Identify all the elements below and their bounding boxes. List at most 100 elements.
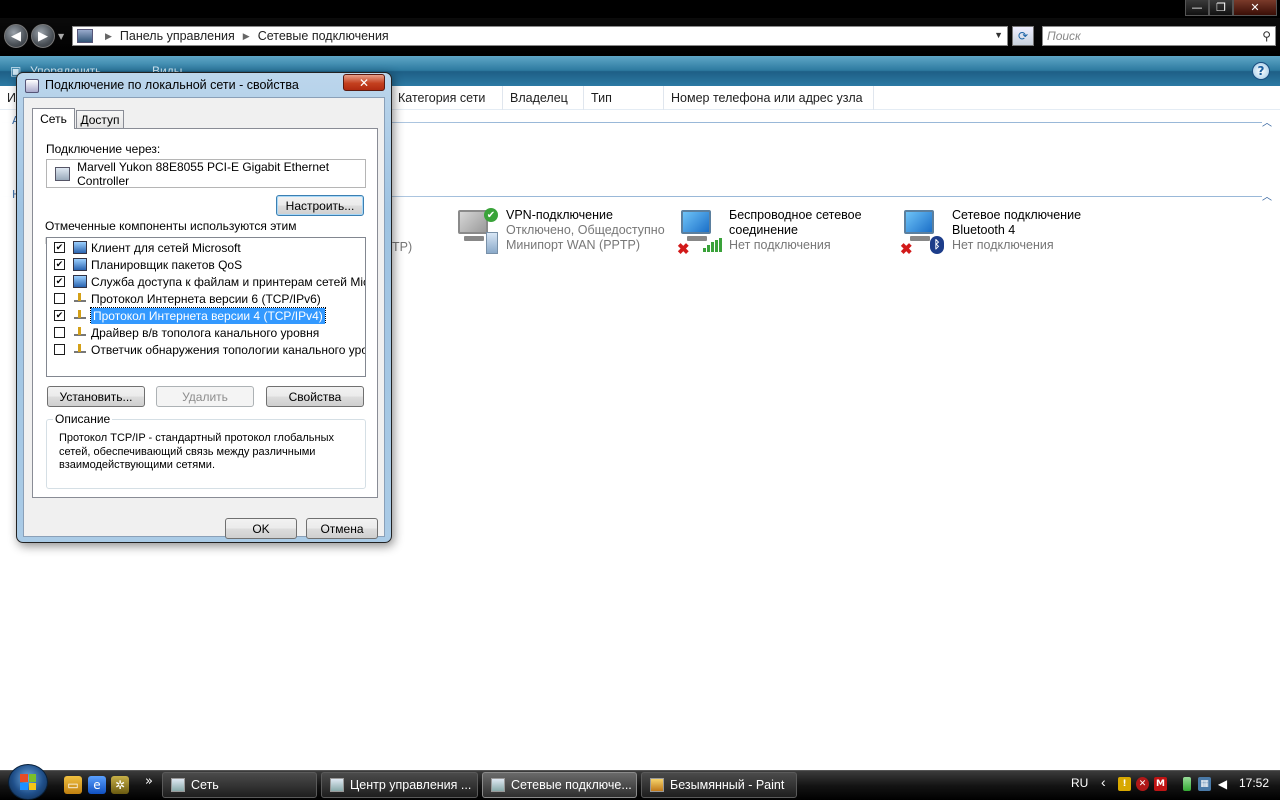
- taskbar-button-network-center[interactable]: Центр управления ...: [321, 772, 478, 798]
- list-item-selected[interactable]: ✔ Протокол Интернета версии 4 (TCP/IPv4): [47, 307, 365, 324]
- connection-status: Отключено, Общедоступно: [506, 223, 665, 237]
- component-checkbox[interactable]: ✔: [54, 276, 65, 287]
- connection-bluetooth[interactable]: ✖ ᛒ Сетевое подключение Bluetooth 4 Нет …: [900, 208, 1082, 258]
- forward-arrow-icon: ▶: [38, 28, 48, 44]
- connection-name-line1: Беспроводное сетевое: [729, 208, 862, 222]
- protocol-icon: [73, 343, 87, 356]
- component-label: Протокол Интернета версии 4 (TCP/IPv4): [90, 307, 326, 324]
- network-tray-icon[interactable]: ▦: [1198, 777, 1211, 791]
- minimize-button[interactable]: —: [1185, 0, 1209, 16]
- component-checkbox[interactable]: [54, 327, 65, 338]
- list-item[interactable]: Драйвер в/в тополога канального уровня: [47, 324, 365, 341]
- column-owner[interactable]: Владелец: [503, 86, 584, 110]
- list-item[interactable]: ✔ Клиент для сетей Microsoft: [47, 239, 365, 256]
- forward-button[interactable]: ▶: [31, 24, 55, 48]
- refresh-icon: ⟳: [1017, 29, 1029, 43]
- warning-shield-icon[interactable]: !: [1118, 777, 1131, 791]
- refresh-button[interactable]: ⟳: [1012, 26, 1034, 46]
- connection-vpn[interactable]: ✔ VPN-подключение Отключено, Общедоступн…: [454, 208, 665, 256]
- connection-status: Нет подключения: [729, 238, 831, 252]
- component-label: Служба доступа к файлам и принтерам сете…: [91, 274, 365, 289]
- component-checkbox[interactable]: ✔: [54, 310, 65, 321]
- breadcrumb-control-panel[interactable]: Панель управления: [120, 29, 235, 43]
- collapse-group-icon[interactable]: ︿: [1262, 114, 1272, 129]
- tab-network[interactable]: Сеть: [32, 108, 75, 129]
- tray-expand-icon[interactable]: ‹: [1101, 774, 1106, 790]
- quick-launch-more-icon[interactable]: »: [140, 772, 158, 790]
- component-checkbox[interactable]: [54, 293, 65, 304]
- remove-button[interactable]: Удалить: [156, 386, 254, 407]
- component-checkbox[interactable]: [54, 344, 65, 355]
- list-item[interactable]: Ответчик обнаружения топологии канальног…: [47, 341, 365, 358]
- column-network-category[interactable]: Категория сети: [391, 86, 503, 110]
- address-bar[interactable]: ▶ Панель управления ▶ Сетевые подключени…: [72, 26, 1008, 46]
- ok-button[interactable]: OK: [225, 518, 297, 539]
- window-titlebar: [0, 0, 1280, 18]
- breadcrumb-network-connections[interactable]: Сетевые подключения: [258, 29, 389, 43]
- list-item[interactable]: Протокол Интернета версии 6 (TCP/IPv6): [47, 290, 365, 307]
- configure-button[interactable]: Настроить...: [276, 195, 364, 216]
- list-item[interactable]: ✔ Планировщик пакетов QoS: [47, 256, 365, 273]
- component-label: Ответчик обнаружения топологии канальног…: [91, 342, 365, 357]
- column-phone-or-host[interactable]: Номер телефона или адрес узла: [664, 86, 874, 110]
- language-indicator[interactable]: RU: [1071, 776, 1088, 790]
- recent-pages-chevron-icon[interactable]: ▼: [58, 32, 64, 41]
- address-dropdown-icon[interactable]: ▼: [994, 30, 1003, 40]
- quick-launch-app-icon[interactable]: ✲: [111, 776, 129, 794]
- protocol-icon: [73, 326, 87, 339]
- cancel-button[interactable]: Отмена: [306, 518, 378, 539]
- close-window-button[interactable]: ✕: [1233, 0, 1277, 16]
- component-label: Клиент для сетей Microsoft: [91, 240, 241, 255]
- battery-icon[interactable]: [1183, 777, 1191, 791]
- connection-name-line1: Сетевое подключение: [952, 208, 1082, 222]
- network-connection-icon: [25, 79, 39, 93]
- search-input[interactable]: Поиск ⚲: [1042, 26, 1276, 46]
- network-client-icon: [73, 241, 87, 254]
- column-type[interactable]: Тип: [584, 86, 664, 110]
- breadcrumb-separator-icon: ▶: [105, 30, 112, 41]
- network-center-icon: [330, 778, 344, 792]
- maximize-button[interactable]: ❐: [1209, 0, 1233, 16]
- network-connections-icon: [491, 778, 505, 792]
- clock[interactable]: 17:52: [1239, 776, 1269, 790]
- help-button[interactable]: ?: [1252, 62, 1270, 80]
- component-checkbox[interactable]: ✔: [54, 259, 65, 270]
- taskbar-button-label: Безымянный - Paint: [670, 778, 785, 792]
- taskbar-button-network[interactable]: Сеть: [162, 772, 317, 798]
- qos-scheduler-icon: [73, 258, 87, 271]
- description-group: Описание Протокол TCP/IP - стандартный п…: [46, 412, 366, 489]
- search-icon[interactable]: ⚲: [1262, 29, 1271, 43]
- back-arrow-icon: ◀: [11, 28, 21, 44]
- control-panel-icon: [77, 29, 93, 43]
- mcafee-icon[interactable]: M: [1154, 777, 1167, 791]
- connection-device: Минипорт WAN (PPTP): [506, 238, 641, 252]
- antivirus-icon[interactable]: ✕: [1136, 777, 1149, 791]
- taskbar-button-network-connections[interactable]: Сетевые подключе...: [482, 772, 637, 798]
- tab-sharing[interactable]: Доступ: [76, 110, 124, 129]
- properties-button[interactable]: Свойства: [266, 386, 364, 407]
- collapse-group-icon[interactable]: ︿: [1262, 188, 1272, 203]
- components-list[interactable]: ✔ Клиент для сетей Microsoft ✔ Планировщ…: [46, 237, 366, 377]
- file-printer-sharing-icon: [73, 275, 87, 288]
- properties-dialog: Подключение по локальной сети - свойства…: [16, 72, 392, 543]
- start-button[interactable]: [8, 764, 48, 800]
- back-button[interactable]: ◀: [4, 24, 28, 48]
- component-checkbox[interactable]: ✔: [54, 242, 65, 253]
- connection-wireless[interactable]: ✖ Беспроводное сетевое соединение Нет по…: [677, 208, 862, 258]
- taskbar-button-paint[interactable]: Безымянный - Paint: [641, 772, 797, 798]
- taskbar-button-label: Сетевые подключе...: [511, 778, 632, 792]
- check-icon: ✔: [55, 276, 64, 286]
- dialog-title: Подключение по локальной сети - свойства: [45, 78, 299, 92]
- install-button[interactable]: Установить...: [47, 386, 145, 407]
- list-item[interactable]: ✔ Служба доступа к файлам и принтерам се…: [47, 273, 365, 290]
- show-desktop-icon[interactable]: ▭: [64, 776, 82, 794]
- volume-icon[interactable]: ◀: [1216, 777, 1229, 791]
- network-folder-icon: [171, 778, 185, 792]
- dialog-close-button[interactable]: ✕: [343, 74, 385, 91]
- connection-name: VPN-подключение: [506, 208, 613, 222]
- protocol-icon: [73, 309, 87, 322]
- vpn-connection-icon: ✔: [454, 208, 504, 256]
- taskbar-button-label: Центр управления ...: [350, 778, 472, 792]
- internet-explorer-icon[interactable]: e: [88, 776, 106, 794]
- description-legend: Описание: [53, 412, 113, 426]
